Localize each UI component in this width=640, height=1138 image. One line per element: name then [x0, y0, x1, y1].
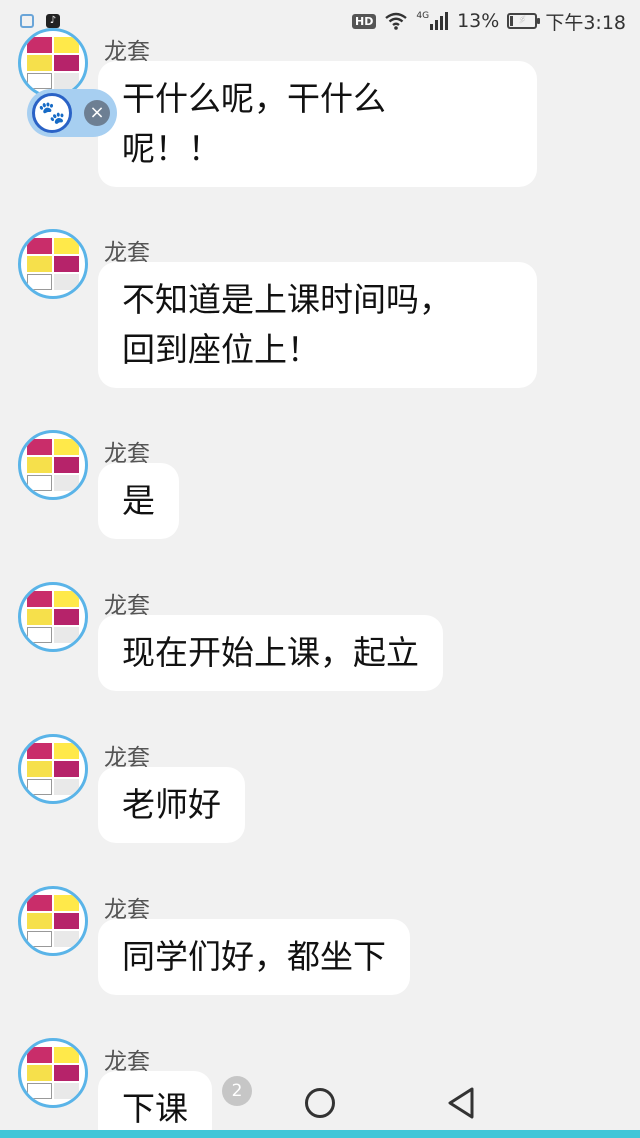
- sender-avatar[interactable]: [18, 430, 88, 500]
- message-line: 老师好: [122, 785, 221, 824]
- sender-avatar[interactable]: [18, 28, 88, 98]
- status-left: ♪: [20, 14, 60, 28]
- message-line: 不知道是上课时间吗，: [122, 280, 452, 319]
- back-button[interactable]: [446, 1086, 476, 1120]
- close-icon[interactable]: ×: [84, 100, 110, 126]
- bottom-accent-bar: [0, 1130, 640, 1138]
- message-bubble[interactable]: 现在开始上课，起立: [98, 615, 443, 691]
- message-line: 同学们好，都坐下: [122, 937, 386, 976]
- message-bubble[interactable]: 是: [98, 463, 179, 539]
- message-line: 回到座位上！: [122, 330, 320, 369]
- wifi-icon: [385, 12, 408, 30]
- signal-bars-icon: [430, 12, 449, 30]
- sender-avatar[interactable]: [18, 734, 88, 804]
- status-bar: ♪ HD 4G 13% ⚡ 下午3:18: [0, 0, 640, 42]
- clock-time: 下午3:18: [545, 11, 626, 34]
- chat-screen: ♪ HD 4G 13% ⚡ 下午3:18 龙套 干什么呢，干什么 呢！！ 🐾 ×…: [0, 0, 640, 1138]
- message-line: 是: [122, 481, 155, 520]
- avatar-image: [27, 743, 79, 795]
- hd-badge: HD: [352, 13, 377, 29]
- avatar-image: [27, 591, 79, 643]
- avatar-image: [27, 895, 79, 947]
- network-type: 4G: [416, 11, 430, 21]
- message-bubble[interactable]: 干什么呢，干什么 呢！！: [98, 61, 537, 187]
- message-line: 干什么呢，干什么: [122, 79, 386, 118]
- home-button[interactable]: [305, 1088, 335, 1118]
- app-notification-icon: [20, 14, 34, 28]
- avatar-image: [27, 439, 79, 491]
- battery-level-fill: [510, 16, 514, 26]
- floating-assistant[interactable]: 🐾 ×: [27, 89, 117, 137]
- message-line: 现在开始上课，起立: [122, 633, 419, 672]
- tiktok-notification-icon: ♪: [46, 14, 60, 28]
- cellular-signal: 4G: [416, 12, 449, 30]
- unread-count-badge: 2: [222, 1076, 252, 1106]
- battery-icon: ⚡: [507, 13, 541, 29]
- sender-avatar[interactable]: [18, 886, 88, 956]
- charging-bolt-icon: ⚡: [518, 15, 526, 26]
- message-bubble[interactable]: 不知道是上课时间吗， 回到座位上！: [98, 262, 537, 388]
- avatar-image: [27, 238, 79, 290]
- battery-percent: 13%: [457, 10, 500, 32]
- paw-icon[interactable]: 🐾: [32, 93, 72, 133]
- message-bubble[interactable]: 老师好: [98, 767, 245, 843]
- status-right: HD 4G 13% ⚡ 下午3:18: [352, 8, 626, 35]
- navigation-bar: 2: [0, 1068, 640, 1138]
- message-line: 呢！！: [122, 129, 221, 168]
- message-bubble[interactable]: 同学们好，都坐下: [98, 919, 410, 995]
- sender-avatar[interactable]: [18, 229, 88, 299]
- sender-avatar[interactable]: [18, 582, 88, 652]
- avatar-image: [27, 37, 79, 89]
